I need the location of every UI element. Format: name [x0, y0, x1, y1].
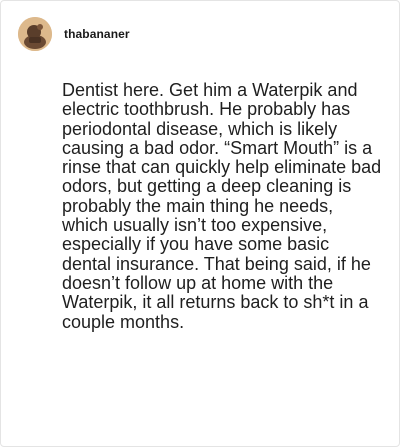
username[interactable]: thabananer	[64, 27, 130, 41]
comment-text: Dentist here. Get him a Waterpik and ele…	[62, 80, 382, 332]
avatar-icon	[18, 17, 52, 51]
comment-header: thabananer	[18, 17, 130, 51]
avatar[interactable]	[18, 17, 52, 51]
comment-card: thabananer Dentist here. Get him a Water…	[0, 0, 400, 447]
